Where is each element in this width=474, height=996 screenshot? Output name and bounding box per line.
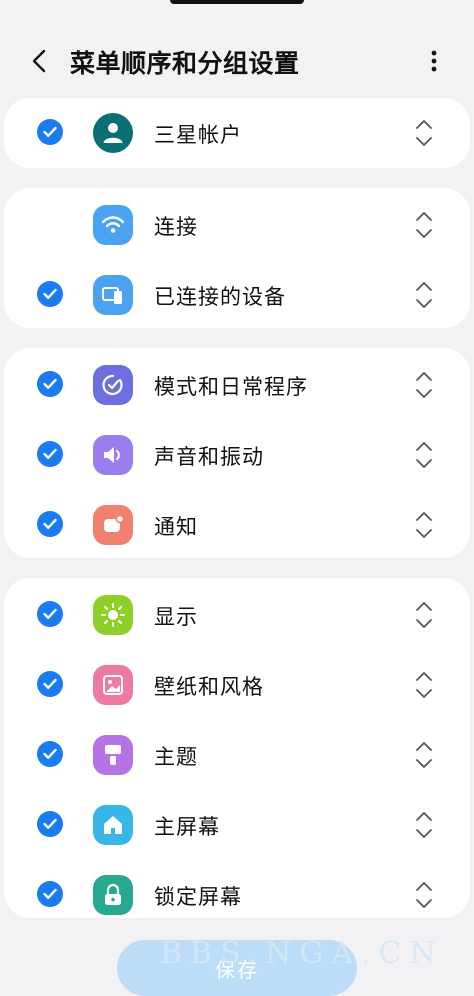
reorder-icon [416,442,432,468]
list-item-notifications[interactable]: 通知 [4,490,470,560]
list-item-wallpaper[interactable]: 壁纸和风格 [4,650,470,720]
checkbox-display[interactable] [37,601,63,627]
reorder-icon [416,512,432,538]
reorder-icon [416,372,432,398]
brush-icon [93,735,133,775]
list-item-account[interactable]: 三星帐户 [4,98,470,168]
group-card-account: 三星帐户 [4,98,470,168]
item-label: 通知 [154,515,198,539]
save-button[interactable]: 保存 [117,940,357,996]
item-label: 已连接的设备 [154,285,286,309]
item-label: 主题 [154,745,198,769]
reorder-icon [416,812,432,838]
reorder-handle[interactable] [412,596,436,634]
list-item-modes-routines[interactable]: 模式和日常程序 [4,350,470,420]
reorder-icon [416,282,432,308]
reorder-icon [416,212,432,238]
item-label: 壁纸和风格 [154,675,264,699]
reorder-handle[interactable] [412,876,436,914]
back-button[interactable] [26,46,52,76]
reorder-icon [416,742,432,768]
list-item-themes[interactable]: 主题 [4,720,470,790]
reorder-handle[interactable] [412,736,436,774]
checkmark-icon [43,518,57,529]
reorder-handle[interactable] [412,506,436,544]
page-title: 菜单顺序和分组设置 [70,49,300,78]
checkbox-account[interactable] [37,119,63,145]
checkbox-home-screen[interactable] [37,811,63,837]
top-app-bar: 菜单顺序和分组设置 [0,30,474,94]
checkmark-icon [43,748,57,759]
item-label: 连接 [154,215,198,239]
list-item-display[interactable]: 显示 [4,580,470,650]
list-item-home-screen[interactable]: 主屏幕 [4,790,470,860]
account-icon [93,113,133,153]
reorder-icon [416,120,432,146]
group-card-display: 显示 壁纸和风格 主题 主屏幕 锁定屏幕 [4,578,470,918]
checkmark-icon [43,378,57,389]
checkmark-icon [43,288,57,299]
reorder-handle[interactable] [412,114,436,152]
speaker-icon [93,435,133,475]
reorder-handle[interactable] [412,436,436,474]
checkmark-icon [43,888,57,899]
routines-icon [93,365,133,405]
item-label: 三星帐户 [154,123,242,147]
image-icon [93,665,133,705]
list-item-connected-devices[interactable]: 已连接的设备 [4,260,470,330]
checkbox-lock-screen[interactable] [37,881,63,907]
reorder-icon [416,882,432,908]
checkmark-icon [43,818,57,829]
checkbox-themes[interactable] [37,741,63,767]
reorder-handle[interactable] [412,206,436,244]
list-item-sounds[interactable]: 声音和振动 [4,420,470,490]
wifi-icon [93,205,133,245]
checkmark-icon [43,448,57,459]
reorder-handle[interactable] [412,666,436,704]
more-options-button[interactable] [420,46,448,76]
sun-icon [93,595,133,635]
devices-icon [93,275,133,315]
item-label: 声音和振动 [154,445,264,469]
checkbox-wallpaper[interactable] [37,671,63,697]
checkmark-icon [43,126,57,137]
group-card-modes: 模式和日常程序 声音和振动 通知 [4,348,470,558]
save-button-label: 保存 [215,957,259,982]
list-item-connections[interactable]: 连接 [4,190,470,260]
reorder-handle[interactable] [412,806,436,844]
reorder-icon [416,672,432,698]
camera-notch [170,0,304,4]
lock-icon [93,875,133,915]
checkbox-sounds[interactable] [37,441,63,467]
group-card-connections: 连接 已连接的设备 [4,188,470,328]
home-icon [93,805,133,845]
reorder-handle[interactable] [412,276,436,314]
item-label: 模式和日常程序 [154,375,308,399]
chevron-left-icon [32,49,46,73]
item-label: 主屏幕 [154,815,220,839]
item-label: 显示 [154,605,198,629]
checkbox-connected-devices[interactable] [37,281,63,307]
reorder-handle[interactable] [412,366,436,404]
checkmark-icon [43,678,57,689]
reorder-icon [416,602,432,628]
checkbox-modes-routines[interactable] [37,371,63,397]
list-item-lock-screen[interactable]: 锁定屏幕 [4,860,470,930]
checkmark-icon [43,608,57,619]
notification-icon [93,505,133,545]
more-vertical-icon [431,50,437,72]
checkbox-notifications[interactable] [37,511,63,537]
item-label: 锁定屏幕 [154,885,242,909]
